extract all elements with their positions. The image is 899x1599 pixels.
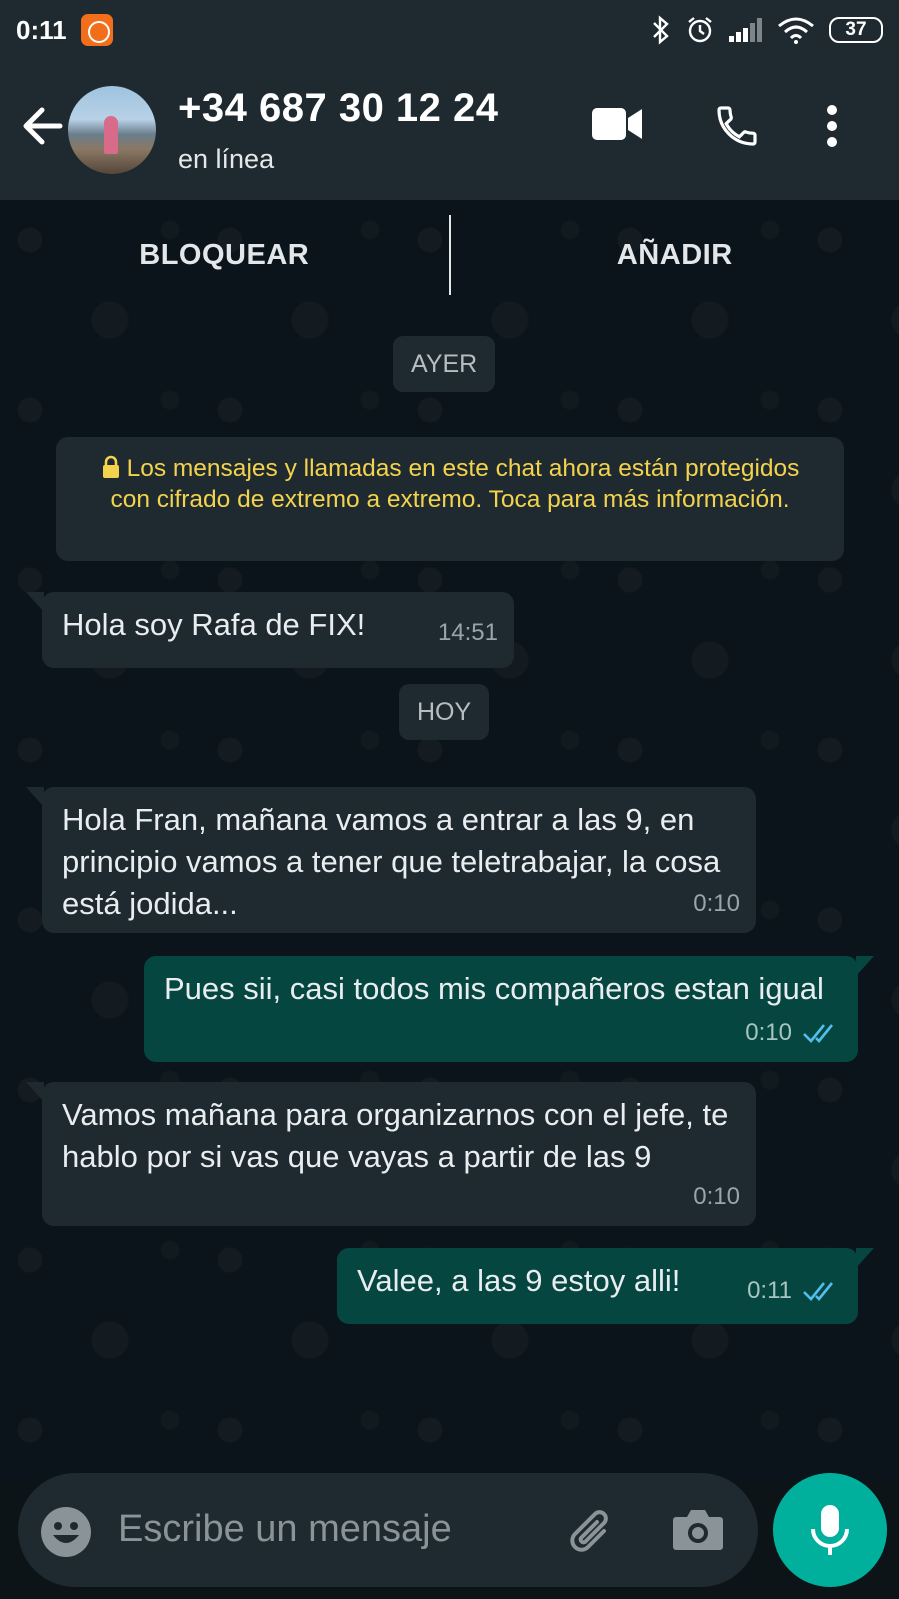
date-chip-today: HOY xyxy=(399,684,490,740)
message-time: 0:10 xyxy=(745,1012,842,1054)
unknown-contact-actions: BLOQUEAR AÑADIR xyxy=(0,200,899,310)
battery-icon: 37 xyxy=(829,17,883,43)
read-ticks-icon xyxy=(803,1282,834,1301)
message-time: 0:10 xyxy=(693,1183,740,1210)
status-bar: 0:11 37 xyxy=(0,0,899,60)
message-time: 0:11 xyxy=(747,1270,842,1312)
alarm-icon xyxy=(688,17,712,43)
message-bubble[interactable]: Valee, a las 9 estoy alli! 0:11 xyxy=(337,1248,874,1324)
avatar[interactable] xyxy=(68,86,156,174)
message-text: Valee, a las 9 estoy alli! xyxy=(357,1263,681,1298)
message-text: Vamos mañana para organizarnos con el je… xyxy=(62,1097,729,1174)
message-time: 14:51 xyxy=(437,619,498,646)
date-chip-yesterday: AYER xyxy=(393,336,496,392)
voice-record-button[interactable] xyxy=(773,1473,887,1587)
status-icons: 37 xyxy=(651,15,883,45)
block-button[interactable]: BLOQUEAR xyxy=(0,239,449,272)
contact-name[interactable]: +34 687 30 12 24 xyxy=(178,86,499,131)
message-text: Hola Fran, mañana vamos a entrar a las 9… xyxy=(62,802,721,921)
mi-app-icon xyxy=(80,14,113,46)
read-ticks-icon xyxy=(803,1024,834,1043)
encryption-notice[interactable]: Los mensajes y llamadas en este chat aho… xyxy=(56,437,844,561)
emoji-icon[interactable] xyxy=(40,1506,92,1558)
video-call-icon[interactable] xyxy=(592,106,644,142)
chat-area[interactable]: BLOQUEAR AÑADIR AYER Los mensajes y llam… xyxy=(0,200,899,1480)
message-text: Hola soy Rafa de FIX! xyxy=(62,607,366,642)
message-composer xyxy=(18,1473,758,1587)
paperclip-icon[interactable] xyxy=(564,1503,620,1559)
message-bubble[interactable]: Pues sii, casi todos mis compañeros esta… xyxy=(144,956,874,1062)
back-arrow-icon[interactable] xyxy=(18,102,66,150)
lock-icon xyxy=(102,455,119,478)
microphone-icon xyxy=(811,1505,849,1555)
wifi-icon xyxy=(778,17,814,44)
message-bubble[interactable]: Hola Fran, mañana vamos a entrar a las 9… xyxy=(26,787,756,933)
signal-icon xyxy=(729,18,762,42)
encryption-notice-text: Los mensajes y llamadas en este chat aho… xyxy=(110,455,800,513)
add-contact-button[interactable]: AÑADIR xyxy=(451,239,899,272)
message-time: 0:10 xyxy=(693,890,740,917)
camera-icon[interactable] xyxy=(672,1505,724,1553)
status-time: 0:11 xyxy=(16,14,67,45)
more-vert-icon[interactable] xyxy=(825,102,839,150)
phone-icon[interactable] xyxy=(713,102,761,150)
message-text: Pues sii, casi todos mis compañeros esta… xyxy=(164,971,824,1006)
bluetooth-icon xyxy=(653,15,669,45)
message-bubble[interactable]: Hola soy Rafa de FIX! 14:51 xyxy=(26,592,514,668)
message-input[interactable] xyxy=(118,1501,538,1557)
contact-status: en línea xyxy=(178,144,275,174)
chat-header: +34 687 30 12 24 en línea xyxy=(0,60,899,200)
message-bubble[interactable]: Vamos mañana para organizarnos con el je… xyxy=(26,1082,756,1226)
